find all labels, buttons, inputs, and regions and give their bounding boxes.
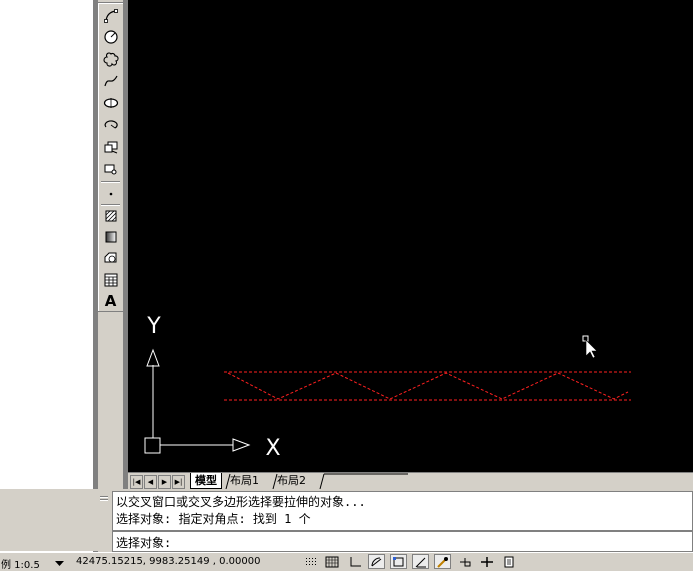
- ellipse-icon[interactable]: [100, 93, 121, 113]
- lineweight-icon[interactable]: [478, 554, 495, 569]
- drawing-canvas[interactable]: Y X: [128, 0, 693, 472]
- arc-icon[interactable]: [100, 6, 121, 26]
- grid-display-icon[interactable]: [323, 554, 340, 569]
- table-icon[interactable]: [100, 270, 121, 290]
- selected-truss[interactable]: [224, 371, 631, 401]
- ucs-icon: [144, 348, 251, 454]
- mouse-pointer-icon: [585, 339, 598, 359]
- ucs-x-label: X: [265, 436, 280, 461]
- snap-mode-icon[interactable]: [302, 554, 319, 569]
- next-tab-icon[interactable]: ▶: [158, 475, 171, 489]
- point-icon[interactable]: [100, 183, 121, 203]
- multiline-text-label: A: [104, 292, 117, 310]
- layout-tab-bar: |◀ ◀ ▶ ▶| 模型 布局1 布局2: [128, 472, 693, 490]
- gradient-icon[interactable]: [100, 227, 121, 247]
- hatch-icon[interactable]: [100, 206, 121, 226]
- ucs-y-label: Y: [146, 314, 161, 339]
- pickbox-cursor: [582, 335, 589, 342]
- tab-separators: [225, 473, 408, 490]
- spline-icon[interactable]: [100, 71, 121, 91]
- insert-block-icon[interactable]: [100, 137, 121, 157]
- command-window-grip[interactable]: [98, 493, 110, 549]
- multiline-text-icon[interactable]: A: [100, 291, 121, 311]
- last-tab-icon[interactable]: ▶|: [172, 475, 185, 489]
- object-snap-icon[interactable]: [390, 554, 407, 569]
- dynamic-ucs-icon[interactable]: [434, 554, 451, 569]
- polar-tracking-icon[interactable]: [368, 554, 385, 569]
- quick-properties-icon[interactable]: [500, 554, 517, 569]
- status-bar: 例 1:0.5 42475.15215, 9983.25149 , 0.0000…: [0, 552, 693, 571]
- chevron-down-icon[interactable]: [55, 557, 64, 570]
- ellipse-arc-icon[interactable]: [100, 115, 121, 135]
- make-block-icon[interactable]: [100, 159, 121, 179]
- command-input[interactable]: 选择对象:: [112, 531, 693, 552]
- draw-toolbar: A: [97, 2, 124, 312]
- command-prompt: 选择对象:: [116, 536, 172, 550]
- command-history: 以交叉窗口或交叉多边形选择要拉伸的对象... 选择对象: 指定对角点: 找到 1…: [112, 491, 693, 531]
- cursor-coordinates[interactable]: 42475.15215, 9983.25149 , 0.00000: [76, 556, 261, 567]
- prev-tab-icon[interactable]: ◀: [144, 475, 157, 489]
- dynamic-input-icon[interactable]: [456, 554, 473, 569]
- revision-cloud-icon[interactable]: [100, 49, 121, 69]
- object-snap-tracking-icon[interactable]: [412, 554, 429, 569]
- command-history-line: 选择对象: 指定对角点: 找到 1 个: [116, 512, 311, 526]
- circle-icon[interactable]: [100, 27, 121, 47]
- first-tab-icon[interactable]: |◀: [130, 475, 143, 489]
- palette-panel: [0, 0, 94, 552]
- ortho-mode-icon[interactable]: [346, 554, 363, 569]
- region-icon[interactable]: [100, 248, 121, 268]
- command-history-line: 以交叉窗口或交叉多边形选择要拉伸的对象...: [116, 495, 366, 509]
